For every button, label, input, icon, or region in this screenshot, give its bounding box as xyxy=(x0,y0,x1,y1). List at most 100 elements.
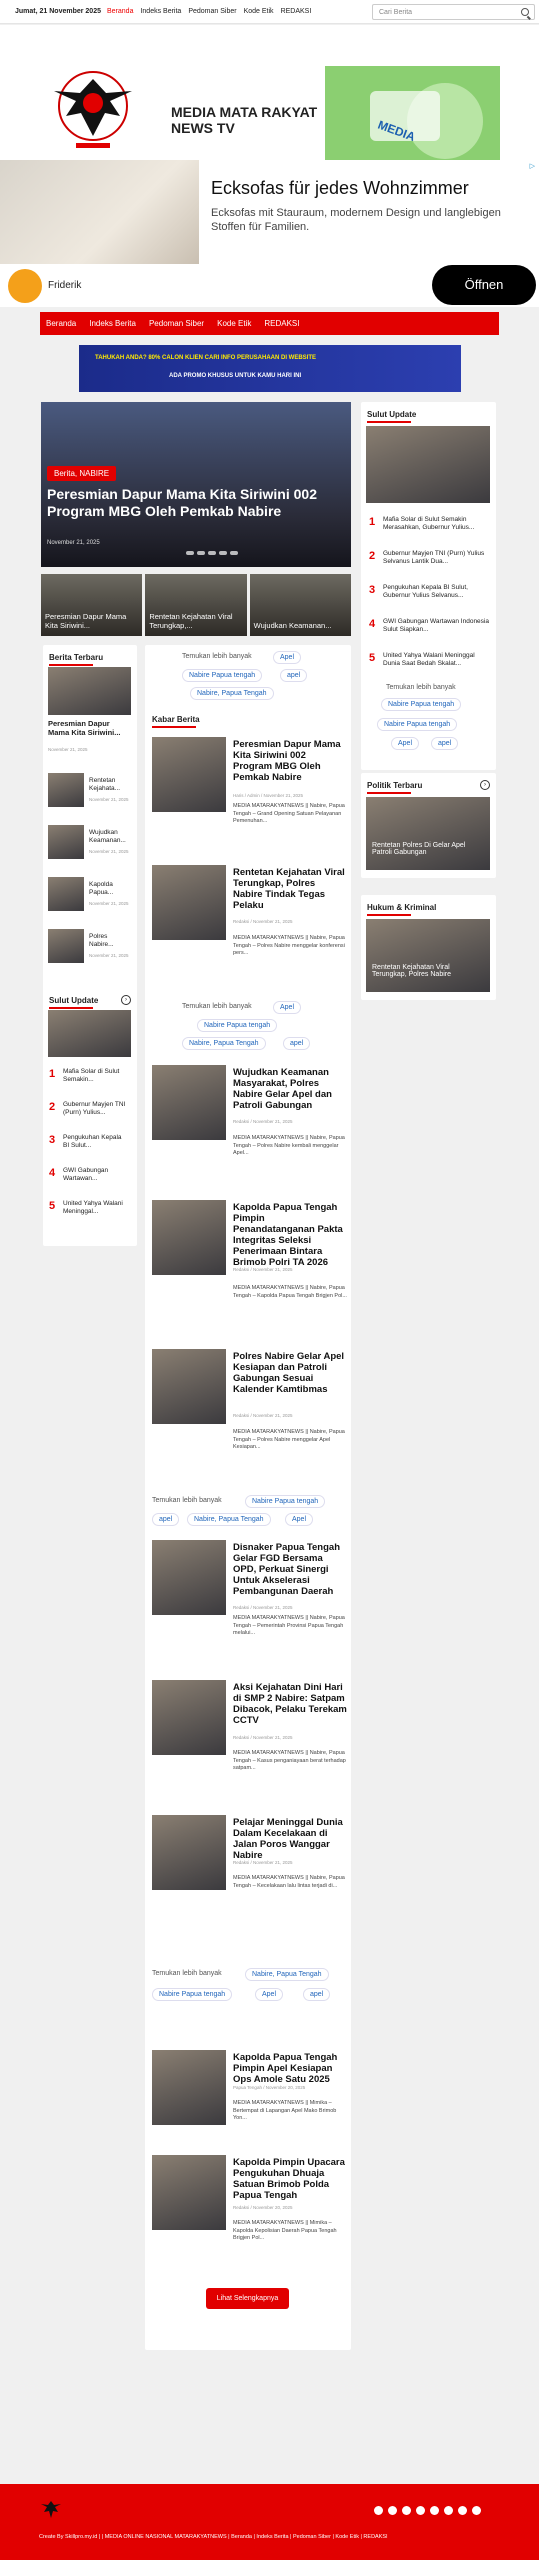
post-thumb[interactable] xyxy=(152,2155,226,2230)
post-title[interactable]: Peresmian Dapur Mama Kita Siriwini 002 P… xyxy=(233,739,347,783)
hero-thumb[interactable]: Wujudkan Keamanan... xyxy=(249,574,351,636)
featured-image[interactable] xyxy=(48,667,131,715)
post-thumb[interactable] xyxy=(152,1680,226,1755)
tag-chip[interactable]: Nabire Papua tengah xyxy=(152,1988,233,2001)
tag-chip[interactable]: Nabire Papua tengah xyxy=(182,669,263,682)
tag-chip[interactable]: apel xyxy=(283,1037,311,1050)
post-title[interactable]: Wujudkan Keamanan Masyarakat, Polres Nab… xyxy=(233,1067,347,1111)
post-title[interactable]: Kapolda Pimpin Upacara Pengukuhan Dhuaja… xyxy=(233,2157,347,2201)
ad-open-button[interactable]: Öffnen xyxy=(432,265,536,305)
topnav-redaksi[interactable]: REDAKSI xyxy=(281,8,312,15)
topnav-pedoman-siber[interactable]: Pedoman Siber xyxy=(188,8,236,15)
post-thumb[interactable] xyxy=(152,2050,226,2125)
list-item[interactable]: Polres Nabire... xyxy=(89,933,133,949)
tag-chip[interactable]: Apel xyxy=(255,1988,284,2001)
hero-thumb[interactable]: Rentetan Kejahatan Viral Terungkap,... xyxy=(145,574,247,636)
nav-pedoman-siber[interactable]: Pedoman Siber xyxy=(149,319,204,328)
load-more-button[interactable]: Lihat Selengkapnya xyxy=(206,2288,289,2309)
tag-chip[interactable]: Nabire, Papua Tengah xyxy=(245,1968,329,1981)
linkedin-icon[interactable] xyxy=(458,2506,467,2515)
hero-slider[interactable]: Berita, NABIRE Peresmian Dapur Mama Kita… xyxy=(41,402,351,567)
tag-chip[interactable]: Nabire, Papua Tengah xyxy=(182,1037,266,1050)
hero-thumb[interactable]: Peresmian Dapur Mama Kita Siriwini... xyxy=(41,574,143,636)
ad-title[interactable]: Ecksofas für jedes Wohnzimmer xyxy=(211,178,469,199)
nav-redaksi[interactable]: REDAKSI xyxy=(264,319,299,328)
tag-chip[interactable]: Nabire, Papua Tengah xyxy=(187,1513,271,1526)
sulut-image-right[interactable] xyxy=(366,426,490,503)
tag-chip[interactable]: Apel xyxy=(285,1513,314,1526)
sulut-item[interactable]: United Yahya Walani Meninggal... xyxy=(63,1200,129,1216)
topnav-indeks-berita[interactable]: Indeks Berita xyxy=(140,8,181,15)
post-thumb[interactable] xyxy=(152,737,226,812)
post-thumb[interactable] xyxy=(152,1200,226,1275)
nav-kode-etik[interactable]: Kode Etik xyxy=(217,319,251,328)
ad-app-banner[interactable]: Friderik Öffnen xyxy=(0,264,539,307)
nav-beranda[interactable]: Beranda xyxy=(46,319,76,328)
tag-chip[interactable]: Nabire Papua tengah xyxy=(377,718,458,731)
search-icon[interactable] xyxy=(521,8,529,16)
hero-category[interactable]: Berita, NABIRE xyxy=(47,466,117,481)
arrow-right-icon[interactable]: › xyxy=(121,995,131,1005)
nav-indeks-berita[interactable]: Indeks Berita xyxy=(89,319,136,328)
tag-chip[interactable]: Nabire Papua tengah xyxy=(381,698,462,711)
post-title[interactable]: Pelajar Meninggal Dunia Dalam Kecelakaan… xyxy=(233,1817,347,1861)
post-title[interactable]: Aksi Kejahatan Dini Hari di SMP 2 Nabire… xyxy=(233,1682,347,1726)
list-item[interactable]: Wujudkan Keamanan... xyxy=(89,829,133,845)
footer-logo[interactable] xyxy=(39,2498,63,2520)
sulut-item[interactable]: Pengukuhan Kepala BI Sulut... xyxy=(63,1134,129,1150)
sulut-image[interactable] xyxy=(48,1010,131,1057)
tag-chip[interactable]: apel xyxy=(431,737,459,750)
sulut-item[interactable]: United Yahya Walani Meninggal Dunia Saat… xyxy=(383,652,491,668)
list-thumb[interactable] xyxy=(48,825,84,859)
sulut-item[interactable]: Gubernur Mayjen TNI (Purn) Yulius Selvan… xyxy=(383,550,491,566)
email-icon[interactable] xyxy=(430,2506,439,2515)
post-title[interactable]: Rentetan Kejahatan Viral Terungkap, Polr… xyxy=(233,867,347,911)
tag-chip[interactable]: Apel xyxy=(391,737,420,750)
tiktok-icon[interactable] xyxy=(444,2506,453,2515)
search-input[interactable]: Cari Berita xyxy=(372,4,535,20)
post-title[interactable]: Kapolda Papua Tengah Pimpin Penandatanga… xyxy=(233,1202,347,1268)
header-ad[interactable]: MEDIA xyxy=(325,66,500,166)
sulut-item[interactable]: Gubernur Mayjen TNI (Purn) Yulius... xyxy=(63,1101,129,1117)
topnav-kode-etik[interactable]: Kode Etik xyxy=(244,8,274,15)
tag-chip[interactable]: Nabire, Papua Tengah xyxy=(190,687,274,700)
post-thumb[interactable] xyxy=(152,1815,226,1890)
tag-chip[interactable]: apel xyxy=(303,1988,331,2001)
list-thumb[interactable] xyxy=(48,877,84,911)
arrow-right-icon[interactable]: › xyxy=(480,780,490,790)
sulut-item[interactable]: GWI Gabungan Wartawan Indonesia Sulut Si… xyxy=(383,618,491,634)
sulut-item[interactable]: Mafia Solar di Sulut Semakin... xyxy=(63,1068,129,1084)
tag-chip[interactable]: Nabire Papua tengah xyxy=(197,1019,278,1032)
facebook-icon[interactable] xyxy=(374,2506,383,2515)
sulut-item[interactable]: Pengukuhan Kepala BI Sulut, Gubernur Yul… xyxy=(383,584,491,600)
sulut-item[interactable]: Mafia Solar di Sulut Semakin Merasahkan,… xyxy=(383,516,491,532)
x-icon[interactable] xyxy=(388,2506,397,2515)
rss-icon[interactable] xyxy=(472,2506,481,2515)
list-thumb[interactable] xyxy=(48,929,84,963)
topnav-beranda[interactable]: Beranda xyxy=(107,8,133,15)
hero-title[interactable]: Peresmian Dapur Mama Kita Siriwini 002 P… xyxy=(47,486,347,520)
post-title[interactable]: Kapolda Papua Tengah Pimpin Apel Kesiapa… xyxy=(233,2052,347,2085)
post-thumb[interactable] xyxy=(152,1065,226,1140)
tag-chip[interactable]: Apel xyxy=(273,1001,302,1014)
post-title[interactable]: Disnaker Papua Tengah Gelar FGD Bersama … xyxy=(233,1542,347,1597)
list-thumb[interactable] xyxy=(48,773,84,807)
tag-chip[interactable]: apel xyxy=(152,1513,180,1526)
tag-chip[interactable]: Nabire Papua tengah xyxy=(245,1495,326,1508)
politik-image[interactable]: Rentetan Polres Di Gelar Apel Patroli Ga… xyxy=(366,797,490,870)
featured-title[interactable]: Peresmian Dapur Mama Kita Siriwini... xyxy=(48,719,132,737)
post-thumb[interactable] xyxy=(152,1540,226,1615)
hukum-image[interactable]: Rentetan Kejahatan Viral Terungkap, Polr… xyxy=(366,919,490,992)
promo-banner[interactable]: TAHUKAH ANDA? 80% CALON KLIEN CARI INFO … xyxy=(79,345,461,392)
tag-chip[interactable]: apel xyxy=(280,669,308,682)
sulut-item[interactable]: GWI Gabungan Wartawan... xyxy=(63,1167,129,1183)
list-item[interactable]: Kapolda Papua... xyxy=(89,881,133,897)
ad-banner[interactable]: Ecksofas für jedes Wohnzimmer Ecksofas m… xyxy=(0,160,539,264)
post-thumb[interactable] xyxy=(152,865,226,940)
post-title[interactable]: Polres Nabire Gelar Apel Kesiapan dan Pa… xyxy=(233,1351,347,1395)
ad-choices-icon[interactable]: ▷ xyxy=(530,162,535,170)
site-logo[interactable] xyxy=(46,61,140,155)
instagram-icon[interactable] xyxy=(416,2506,425,2515)
list-item[interactable]: Rentetan Kejahata... xyxy=(89,777,133,793)
post-thumb[interactable] xyxy=(152,1349,226,1424)
